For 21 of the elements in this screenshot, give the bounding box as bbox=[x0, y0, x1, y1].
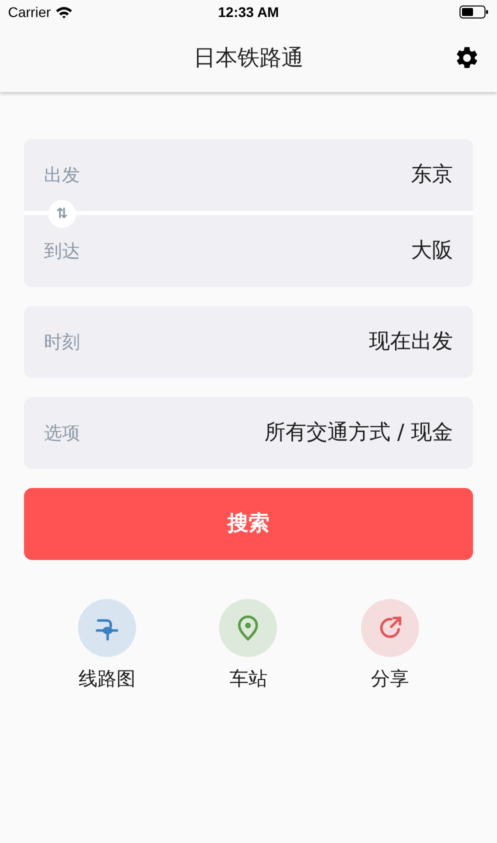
option-field[interactable]: 时刻 现在出发 bbox=[24, 306, 473, 378]
shortcut-label: 车站 bbox=[229, 667, 268, 692]
field-label: 出发 bbox=[44, 164, 80, 188]
option-field[interactable]: 选项 所有交通方式 / 现金 bbox=[24, 397, 473, 469]
field-value: 所有交通方式 / 现金 bbox=[264, 419, 453, 446]
app-title: 日本铁路通 bbox=[194, 44, 304, 72]
field-label: 选项 bbox=[44, 422, 80, 446]
shortcut-button[interactable]: 线路图 bbox=[36, 599, 178, 694]
wifi-icon bbox=[54, 6, 73, 18]
field-value: 现在出发 bbox=[369, 328, 453, 356]
battery-icon bbox=[459, 5, 489, 19]
shortcut-button[interactable]: 车站 bbox=[178, 599, 320, 694]
clock-text: 12:33 AM bbox=[218, 2, 279, 22]
shortcut-label: 分享 bbox=[371, 667, 410, 692]
field-label: 时刻 bbox=[44, 330, 80, 354]
carrier-text: Carrier bbox=[8, 2, 51, 22]
shortcut-button[interactable]: 分享 bbox=[319, 599, 461, 694]
field-label: 到达 bbox=[44, 240, 80, 264]
shortcut-label: 线路图 bbox=[78, 667, 136, 692]
field-value: 东京 bbox=[411, 161, 453, 188]
field-value: 大阪 bbox=[411, 237, 453, 264]
